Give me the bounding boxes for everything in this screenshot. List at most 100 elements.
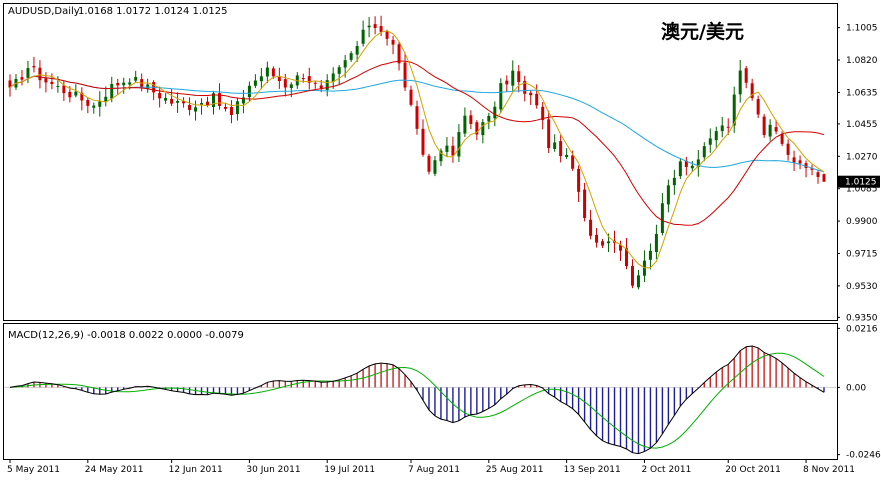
candle-body — [595, 234, 599, 243]
candle-body — [822, 174, 826, 182]
x-tick-label: 2 Oct 2011 — [641, 465, 691, 475]
forex-chart: 1.1005 1.0820 1.0635 1.0455 1.0270 1.0085 0.99… — [0, 0, 881, 478]
candle-body — [146, 84, 150, 89]
candle-body — [409, 89, 413, 105]
x-tick-label: 13 Sep 2011 — [564, 465, 621, 475]
candle-body — [325, 80, 329, 90]
candle-body — [74, 91, 78, 96]
macd-y-tick-label: -0.0246 — [846, 451, 881, 461]
candle-body — [505, 80, 509, 85]
price-y-tick-label: 1.0820 — [846, 56, 878, 66]
candle-body — [547, 119, 551, 149]
x-tick-label: 12 Jun 2011 — [169, 465, 223, 475]
candle — [499, 78, 503, 114]
price-y-tick-label: 0.9900 — [846, 217, 878, 227]
candle-body — [223, 106, 227, 109]
candle-body — [607, 241, 611, 244]
candle-body — [164, 98, 168, 101]
candle-body — [403, 62, 407, 88]
candle-body — [433, 160, 437, 174]
price-y-axis: 1.10051.08201.06351.04551.02701.00850.99… — [837, 24, 878, 323]
price-y-tick-label: 1.0635 — [846, 88, 878, 98]
candle-body — [313, 82, 317, 84]
macd-label: MACD(12,26,9) -0.0018 0.0022 0.0000 -0.0… — [8, 330, 244, 341]
candle-body — [702, 146, 706, 158]
candle-body — [235, 101, 239, 115]
candle-body — [92, 105, 96, 108]
pair-title: 澳元/美元 — [661, 20, 744, 43]
x-tick-label: 30 Jun 2011 — [246, 465, 300, 475]
candle-body — [499, 83, 503, 110]
candle-body — [337, 67, 341, 74]
candle-body — [762, 116, 766, 135]
macd-y-tick-label: 0.0216 — [846, 324, 878, 334]
candle-body — [128, 82, 132, 85]
x-tick-label: 5 May 2011 — [7, 465, 60, 475]
candle-body — [247, 85, 251, 98]
candle-body — [391, 39, 395, 45]
x-tick-label: 20 Oct 2011 — [725, 465, 781, 475]
candle-body — [654, 233, 658, 253]
candle-body — [56, 85, 60, 87]
candle-body — [493, 106, 497, 119]
candle-body — [672, 177, 676, 186]
candle-body — [487, 115, 491, 122]
candle-body — [301, 78, 305, 80]
price-y-tick-label: 1.0455 — [846, 120, 878, 130]
candle-body — [780, 133, 784, 144]
candle-body — [26, 68, 30, 78]
candle-body — [469, 115, 473, 124]
candle-body — [648, 250, 652, 260]
price-y-tick-label: 1.1005 — [846, 24, 878, 34]
time-x-axis: 5 May 2011 24 May 2011 12 Jun 2011 30 Jun 2… — [7, 459, 855, 475]
candle-body — [708, 138, 712, 145]
candle-body — [636, 275, 640, 288]
x-tick-label: 19 Jul 2011 — [324, 465, 375, 475]
candle-body — [630, 265, 634, 286]
candle-body — [774, 127, 778, 132]
candle-body — [277, 77, 281, 82]
candle-body — [756, 99, 760, 115]
candle-body — [565, 154, 569, 158]
candle-body — [271, 68, 275, 77]
candle-body — [714, 131, 718, 141]
candle-body — [122, 82, 126, 86]
candle-body — [355, 46, 359, 55]
candle-body — [361, 29, 365, 44]
candle-body — [816, 172, 820, 177]
candle-body — [259, 76, 263, 82]
candle-body — [678, 161, 682, 177]
candle-body — [253, 80, 257, 86]
candle-body — [397, 44, 401, 64]
candle-body — [786, 143, 790, 155]
candle-body — [379, 26, 383, 33]
candle-body — [666, 185, 670, 205]
candle-body — [349, 53, 353, 60]
candle-body — [194, 107, 198, 112]
price-y-tick-label: 0.9715 — [846, 249, 878, 259]
candle-body — [110, 84, 114, 99]
candle-body — [511, 70, 515, 86]
candle-body — [768, 124, 772, 137]
candle-body — [690, 165, 694, 169]
candle-body — [50, 81, 54, 85]
candle-body — [445, 145, 449, 152]
x-tick-label: 25 Aug 2011 — [486, 465, 544, 475]
candle-body — [571, 155, 575, 169]
candle-body — [44, 78, 48, 83]
candle-body — [62, 85, 66, 94]
candle-body — [481, 122, 485, 136]
candle-body — [367, 25, 371, 28]
candle-body — [792, 157, 796, 163]
candle-body — [32, 65, 36, 68]
candle-body — [451, 145, 455, 156]
candle-body — [319, 85, 323, 89]
candle-body — [134, 77, 138, 81]
price-y-tick-label: 1.0270 — [846, 152, 878, 162]
candle-body — [188, 105, 192, 110]
candle-body — [720, 125, 724, 132]
candle-body — [726, 126, 730, 128]
candle-body — [583, 189, 587, 218]
candle-body — [463, 115, 467, 134]
candle-body — [385, 31, 389, 39]
